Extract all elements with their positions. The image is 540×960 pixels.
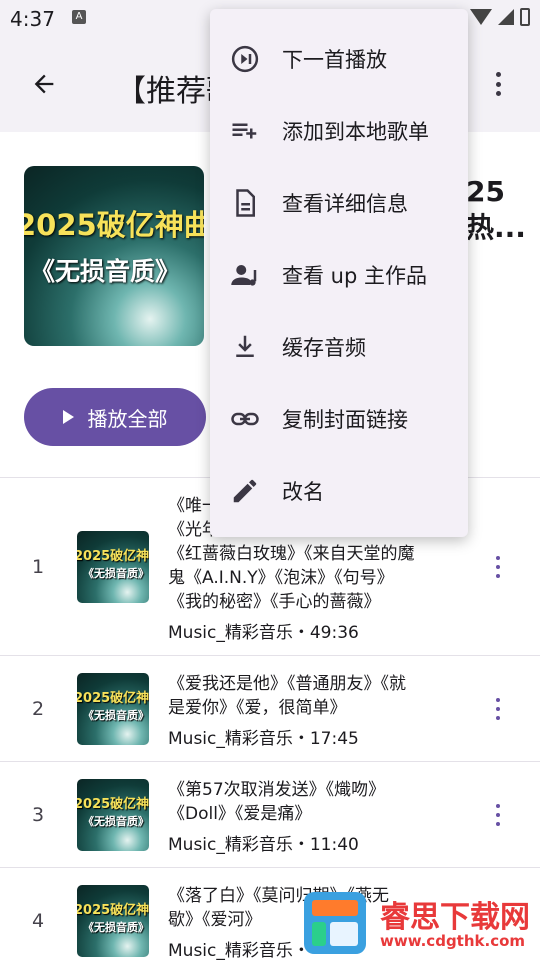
battery-icon xyxy=(520,8,530,26)
track-number: 2 xyxy=(31,698,45,720)
menu-item-add-to-playlist[interactable]: 添加到本地歌单 xyxy=(210,95,468,167)
song-meta: Music_精彩音乐・ xyxy=(168,941,310,960)
menu-item-uploader-works[interactable]: 查看 up 主作品 xyxy=(210,239,468,311)
watermark-url: www.cdgthk.com xyxy=(380,932,526,950)
song-meta: Music_精彩音乐・11:40 xyxy=(168,835,359,855)
cover-text-line1: 2025破亿神曲 xyxy=(24,208,204,242)
song-meta: Music_精彩音乐・49:36 xyxy=(168,623,359,643)
status-icons xyxy=(470,8,530,26)
menu-item-rename[interactable]: 改名 xyxy=(210,455,468,527)
context-menu: 下一首播放 添加到本地歌单 查看详细信息 查看 up 主作品 缓存音频 复制封面… xyxy=(210,9,468,537)
track-number: 3 xyxy=(31,804,45,826)
playlist-cover: 2025破亿神曲 《无损音质》 xyxy=(24,166,204,346)
song-row[interactable]: 2 2025破亿神曲 《无损音质》 《爱我还是他》《普通朋友》《就 是爱你》《爱… xyxy=(0,656,540,761)
wifi-icon xyxy=(470,9,492,25)
watermark: 睿思下载网 www.cdgthk.com xyxy=(300,888,540,960)
menu-item-cache-audio[interactable]: 缓存音频 xyxy=(210,311,468,383)
arrow-left-icon xyxy=(34,74,54,94)
play-icon xyxy=(62,410,74,424)
artist-icon xyxy=(230,260,260,290)
song-thumbnail: 2025破亿神曲 《无损音质》 xyxy=(77,673,149,745)
notification-icon: A xyxy=(72,10,86,24)
song-more-button[interactable] xyxy=(494,556,502,578)
song-row[interactable]: 3 2025破亿神曲 《无损音质》 《第57次取消发送》《熾吻》 《Doll》《… xyxy=(0,762,540,867)
song-thumbnail: 2025破亿神曲 《无损音质》 xyxy=(77,779,149,851)
play-all-button[interactable]: 播放全部 xyxy=(24,388,206,446)
play-all-label: 播放全部 xyxy=(87,406,168,431)
status-time: 4:37 xyxy=(10,7,55,31)
play-next-icon xyxy=(230,44,260,74)
song-title: 《爱我还是他》《普通朋友》《就 是爱你》《爱，很简单》 xyxy=(168,674,406,718)
playlist-title: 25 热... xyxy=(466,175,526,244)
overflow-menu-button[interactable] xyxy=(486,66,510,102)
menu-item-play-next[interactable]: 下一首播放 xyxy=(210,23,468,95)
track-number: 1 xyxy=(31,556,45,578)
back-button[interactable] xyxy=(22,64,66,104)
watermark-name: 睿思下载网 xyxy=(380,900,530,935)
song-meta: Music_精彩音乐・17:45 xyxy=(168,729,359,749)
edit-icon xyxy=(230,476,260,506)
song-thumbnail: 2025破亿神曲 《无损音质》 xyxy=(77,885,149,957)
link-icon xyxy=(230,404,260,434)
track-number: 4 xyxy=(31,910,45,932)
song-more-button[interactable] xyxy=(494,804,502,826)
song-thumbnail: 2025破亿神曲 《无损音质》 xyxy=(77,531,149,603)
playlist-add-icon xyxy=(230,116,260,146)
download-icon xyxy=(230,332,260,362)
menu-item-copy-cover-link[interactable]: 复制封面链接 xyxy=(210,383,468,455)
menu-item-details[interactable]: 查看详细信息 xyxy=(210,167,468,239)
cover-text-line2: 《无损音质》 xyxy=(30,257,181,286)
signal-icon xyxy=(498,9,514,25)
watermark-logo xyxy=(304,892,366,954)
song-more-button[interactable] xyxy=(494,698,502,720)
song-title: 《第57次取消发送》《熾吻》 《Doll》《爱是痛》 xyxy=(168,780,386,824)
document-icon xyxy=(230,188,260,218)
